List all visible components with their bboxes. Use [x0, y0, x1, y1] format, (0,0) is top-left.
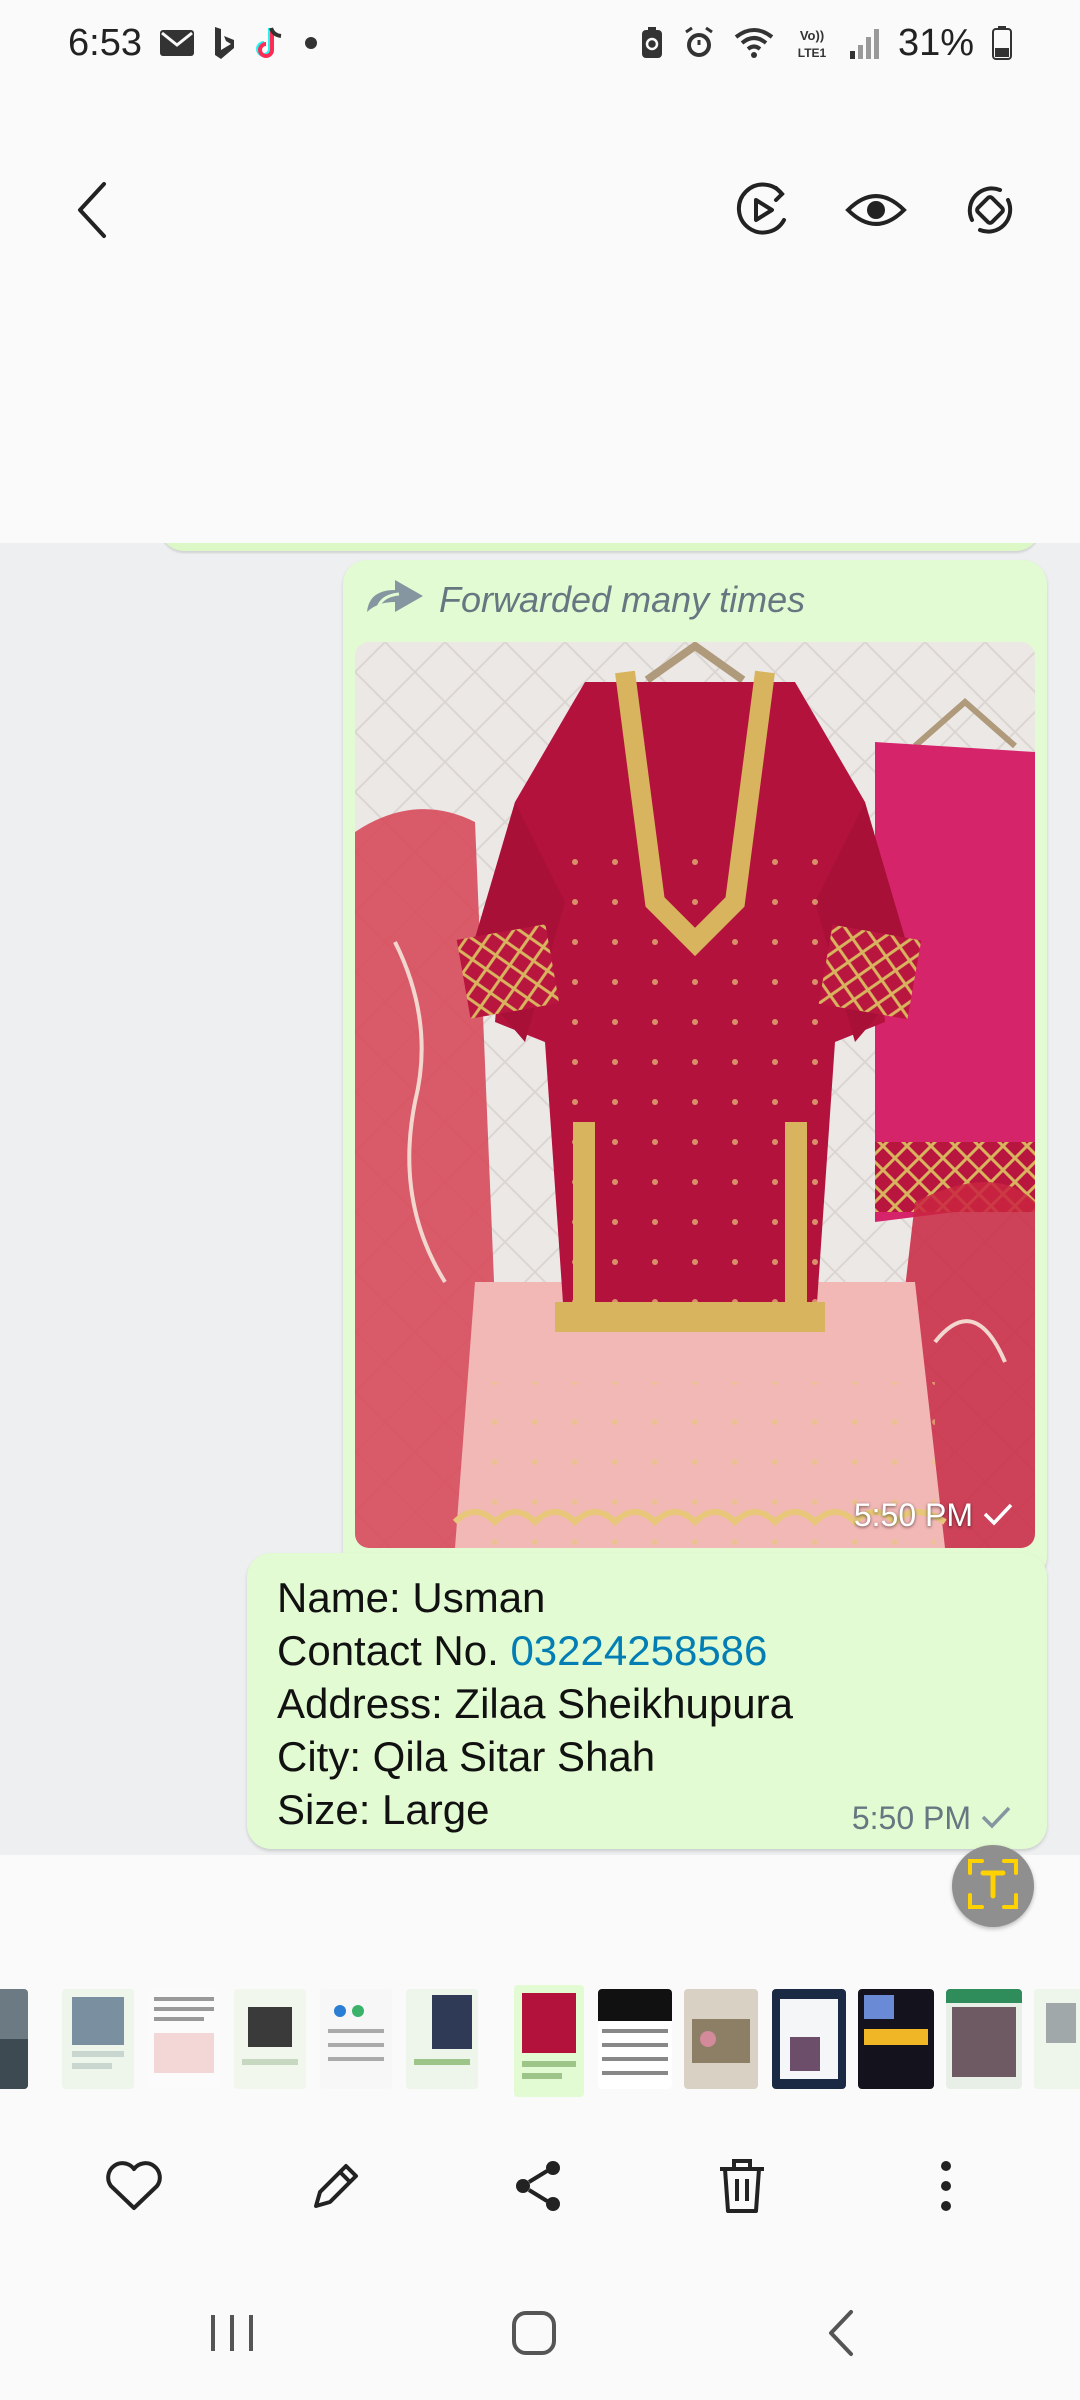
message-body: Name: Usman Contact No. 03224258586 Addr…	[277, 1571, 793, 1836]
delete-icon	[718, 2157, 766, 2220]
contact-label: Contact No.	[277, 1627, 511, 1674]
more-options-button[interactable]	[906, 2148, 986, 2228]
system-navigation-bar	[0, 2290, 1080, 2380]
svg-text:LTE1: LTE1	[798, 46, 827, 60]
edit-button[interactable]	[296, 2148, 376, 2228]
bing-icon	[212, 26, 236, 60]
text-time-text: 5:50 PM	[851, 1800, 971, 1836]
previous-message-bubble	[160, 543, 1040, 551]
share-icon	[513, 2158, 563, 2219]
heart-icon	[105, 2160, 163, 2217]
extract-text-button[interactable]	[952, 1845, 1034, 1927]
alarm-icon	[682, 26, 716, 60]
signal-icon	[849, 27, 880, 59]
back-button[interactable]	[800, 2300, 880, 2370]
thumbnail[interactable]	[1034, 1989, 1080, 2089]
image-time-text: 5:50 PM	[853, 1497, 973, 1533]
chat-screenshot: Forwarded many times 5:50 PM Name: Usman…	[0, 543, 1080, 1855]
image-timestamp: 5:50 PM	[854, 1497, 1013, 1534]
image-message-bubble: Forwarded many times 5:50 PM	[343, 560, 1047, 1580]
view-once-icon[interactable]	[836, 170, 916, 250]
back-nav-icon	[823, 2308, 857, 2363]
home-icon	[509, 2308, 559, 2363]
thumbnail[interactable]	[62, 1989, 134, 2089]
thumbnail[interactable]	[946, 1989, 1022, 2089]
text-timestamp: 5:50 PM	[852, 1800, 1011, 1837]
status-right: Vo)) LTE1 31%	[640, 22, 1012, 65]
thumbnail[interactable]	[234, 1989, 306, 2089]
action-bar	[0, 2140, 1080, 2232]
tiktok-icon	[254, 26, 286, 60]
address-line: Address: Zilaa Sheikhupura	[277, 1680, 793, 1727]
motion-photo-icon[interactable]	[722, 170, 802, 250]
status-bar: 6:53 Vo)) LTE1 31%	[0, 0, 1080, 86]
thumbnail[interactable]	[772, 1989, 846, 2089]
edit-icon	[308, 2158, 364, 2219]
volte-icon: Vo)) LTE1	[792, 26, 832, 60]
mail-icon	[159, 30, 194, 56]
forward-icon	[365, 578, 425, 623]
city-line: City: Qila Sitar Shah	[277, 1733, 656, 1780]
forwarded-text: Forwarded many times	[439, 579, 806, 620]
thumbnail[interactable]	[684, 1989, 758, 2089]
viewer-top-bar	[0, 150, 1080, 270]
battery-icon	[992, 26, 1012, 60]
thumbnail[interactable]	[0, 1989, 28, 2089]
more-icon	[939, 2160, 953, 2217]
thumbnail-strip[interactable]	[0, 1985, 1080, 2097]
thumbnail[interactable]	[406, 1989, 478, 2089]
svg-text:Vo)): Vo))	[800, 28, 824, 43]
recent-apps-button[interactable]	[192, 2300, 272, 2370]
thumbnail-selected[interactable]	[514, 1985, 584, 2097]
recent-apps-icon	[207, 2311, 257, 2360]
share-button[interactable]	[498, 2148, 578, 2228]
battery-percent: 31%	[897, 21, 974, 64]
name-line: Name: Usman	[277, 1574, 546, 1621]
favorite-button[interactable]	[94, 2148, 174, 2228]
phone-number-link[interactable]: 03224258586	[510, 1627, 767, 1674]
size-line: Size: Large	[277, 1786, 490, 1833]
home-button[interactable]	[494, 2300, 574, 2370]
rotate-icon[interactable]	[950, 170, 1030, 250]
thumbnail[interactable]	[598, 1989, 672, 2089]
thumbnail[interactable]	[858, 1989, 934, 2089]
contact-line: Contact No. 03224258586	[277, 1624, 793, 1677]
delete-button[interactable]	[702, 2148, 782, 2228]
outfit-photo[interactable]: 5:50 PM	[355, 642, 1035, 1548]
wifi-icon	[734, 27, 774, 59]
thumbnail[interactable]	[148, 1989, 220, 2089]
sent-check-icon	[981, 1800, 1011, 1837]
text-message-bubble: Name: Usman Contact No. 03224258586 Addr…	[247, 1553, 1047, 1849]
status-left: 6:53	[68, 22, 318, 65]
battery-saver-icon	[640, 26, 664, 60]
forwarded-label: Forwarded many times	[365, 570, 805, 630]
status-time: 6:53	[68, 21, 142, 64]
text-scan-icon	[966, 1857, 1020, 1916]
sent-check-icon	[983, 1497, 1013, 1534]
back-icon[interactable]	[52, 170, 132, 250]
dot-icon	[304, 36, 318, 50]
thumbnail[interactable]	[320, 1989, 392, 2089]
